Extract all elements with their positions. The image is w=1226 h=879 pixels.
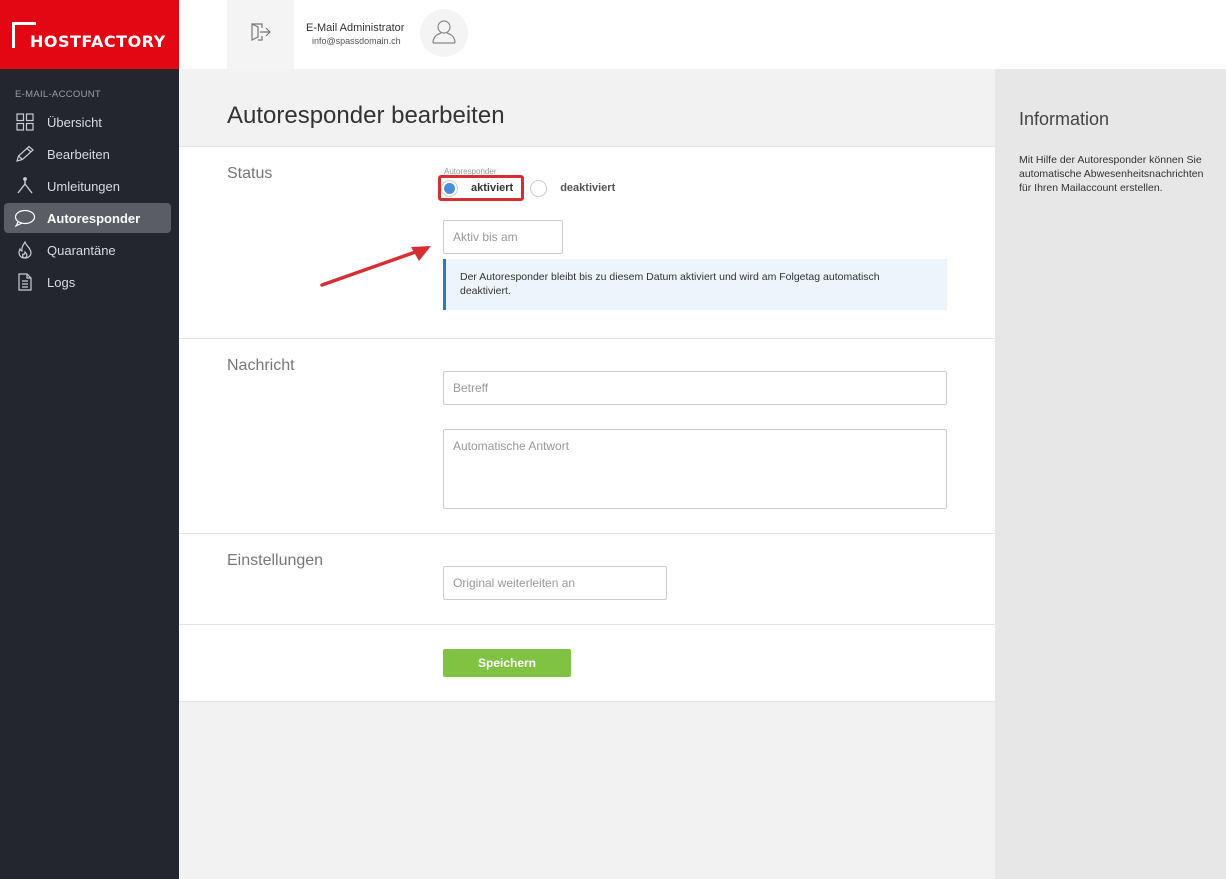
info-panel: Information Mit Hilfe der Autoresponder … [995,69,1226,879]
info-title: Information [1019,109,1110,129]
forward-field[interactable] [443,566,667,600]
user-email: info@spassdomain.ch [312,36,401,46]
radio-deaktiviert-label[interactable]: deaktiviert [560,182,615,194]
sidebar-item-uebersicht[interactable]: Übersicht [4,107,171,137]
radio-aktiviert[interactable] [441,179,458,197]
settings-section: Einstellungen [179,533,995,624]
status-section: Status Autoresponder aktiviert deaktivie… [179,146,995,338]
document-icon [14,273,36,291]
radio-aktiviert-label[interactable]: aktiviert [471,182,513,194]
logout-button[interactable] [227,0,294,69]
sidebar-item-logs[interactable]: Logs [4,267,171,297]
sidebar-item-quarantaene[interactable]: Quarantäne [4,235,171,265]
sidebar-item-label: Autoresponder [47,210,141,226]
sidebar: HOSTFACTORY E-MAIL-ACCOUNT Übersicht Bea… [0,0,179,879]
active-until-field[interactable] [443,220,563,254]
radio-selected-dot [444,182,455,194]
sidebar-item-label: Logs [47,274,76,290]
sidebar-item-bearbeiten[interactable]: Bearbeiten [4,139,171,169]
radio-deaktiviert[interactable] [530,179,548,197]
highlight-box: aktiviert [438,175,525,201]
sidebar-item-label: Übersicht [47,114,102,130]
message-label: Nachricht [227,357,295,374]
pencil-icon [14,145,36,163]
status-hint: Der Autoresponder bleibt bis zu diesem D… [443,259,947,310]
logo-mark-icon [12,21,36,48]
status-radio-group: aktiviert deaktiviert [438,175,615,201]
red-arrow-annotation [320,246,431,287]
sidebar-item-autoresponder[interactable]: Autoresponder [4,203,171,233]
sidebar-item-label: Bearbeiten [47,146,110,162]
message-section: Nachricht [179,338,995,533]
flame-icon [14,241,36,259]
logout-icon [250,22,272,47]
actions-section: Speichern [179,624,995,702]
settings-label: Einstellungen [227,552,324,569]
main-content: Autoresponder bearbeiten Status Autoresp… [179,69,995,879]
user-icon [430,17,458,50]
page-title: Autoresponder bearbeiten [227,102,505,129]
user-name: E-Mail Administrator [306,22,405,34]
sidebar-item-umleitungen[interactable]: Umleitungen [4,171,171,201]
status-label: Status [227,165,273,182]
save-button[interactable]: Speichern [443,649,571,677]
subject-field[interactable] [443,371,947,405]
info-text: Mit Hilfe der Autoresponder können Sie a… [1019,154,1204,194]
sidebar-item-label: Quarantäne [47,242,116,258]
top-bar: E-Mail Administrator info@spassdomain.ch [179,0,1226,69]
sidebar-section-title: E-MAIL-ACCOUNT [15,89,102,100]
brand-name: HOSTFACTORY [30,32,166,51]
speech-bubble-icon [14,209,36,227]
grid-icon [14,113,36,131]
auto-answer-field[interactable] [443,429,947,509]
sidebar-item-label: Umleitungen [47,178,120,194]
brand-logo[interactable]: HOSTFACTORY [0,0,179,69]
avatar[interactable] [420,9,468,57]
fork-icon [14,177,36,195]
